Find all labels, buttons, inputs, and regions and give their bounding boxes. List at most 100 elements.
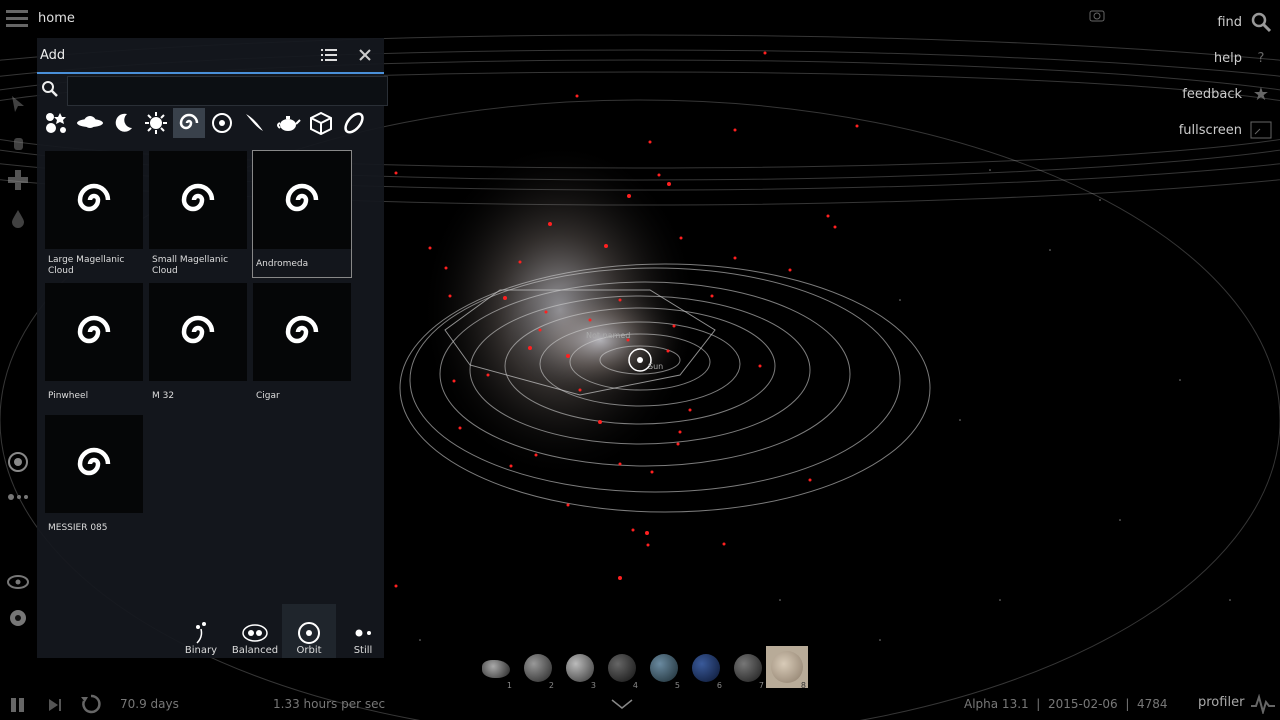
slot-6[interactable]: 6 [684, 648, 724, 690]
bottom-bar: 70.9 days 1.33 hours per sec Alpha 13.1 … [0, 690, 1280, 720]
add-tool[interactable] [4, 166, 32, 194]
item-messier-085[interactable]: MESSIER 085 [45, 415, 143, 541]
item-pinwheel[interactable]: Pinwheel [45, 283, 143, 409]
mode-orbit[interactable]: Orbit [282, 604, 336, 658]
ring-icon[interactable] [338, 108, 370, 138]
view-settings-tools[interactable] [6, 572, 30, 632]
category-tabs [41, 108, 370, 140]
drop-tool[interactable] [4, 204, 32, 232]
camera-icon[interactable] [1089, 8, 1105, 22]
item-label: Cigar [256, 391, 280, 401]
galaxy-thumb-icon [45, 415, 143, 513]
reset-icon[interactable] [80, 693, 102, 715]
search-icon [42, 81, 58, 97]
item-label: MESSIER 085 [48, 523, 108, 533]
asteroid-thumb [482, 660, 510, 678]
spiral-icon[interactable] [206, 108, 238, 138]
slot-number: 4 [632, 681, 638, 690]
balanced-icon [242, 624, 268, 642]
label-sun: Sun [648, 362, 663, 371]
panel-title: Add [40, 48, 66, 63]
planet-thumb [692, 654, 720, 682]
slot-5[interactable]: 5 [642, 648, 682, 690]
nebula-cloud [420, 140, 700, 480]
binary-icon [196, 622, 206, 644]
fullscreen-label: fullscreen [1178, 122, 1242, 138]
pointer-tool[interactable] [4, 90, 32, 118]
orbit-icon [298, 622, 320, 644]
hand-tool[interactable] [4, 128, 32, 156]
item-m32[interactable]: M 32 [149, 283, 247, 409]
orbit-tools[interactable] [6, 452, 30, 512]
menu-icon[interactable] [4, 7, 30, 29]
profiler-button[interactable]: profiler [1198, 695, 1244, 710]
slot-2[interactable]: 2 [516, 648, 556, 690]
galaxy-thumb-icon [45, 283, 143, 381]
help-label: help [1213, 50, 1242, 66]
search-icon [1251, 12, 1272, 33]
elapsed-time: 70.9 days [120, 697, 179, 711]
slot-number: 3 [590, 681, 596, 690]
top-bar: home [4, 4, 75, 32]
slot-number: 6 [716, 681, 722, 690]
galaxy-thumb-icon [45, 151, 143, 249]
label-not-named: Not named [586, 331, 630, 340]
mode-label: Orbit [296, 645, 322, 656]
mode-balanced[interactable]: Balanced [228, 604, 282, 658]
slot-number: 2 [548, 681, 554, 690]
search-row [37, 76, 388, 106]
plus-icon [8, 170, 28, 190]
galaxy-thumb-icon [253, 151, 351, 249]
mode-still[interactable]: Still [336, 604, 390, 658]
galaxy-thumb-icon [149, 283, 247, 381]
still-icon [355, 629, 371, 637]
item-label: Large Magellanic Cloud [48, 255, 125, 276]
add-panel-header: Add [37, 38, 384, 74]
item-cigar[interactable]: Cigar [253, 283, 351, 409]
mode-label: Balanced [231, 645, 279, 656]
close-icon[interactable] [359, 49, 371, 61]
item-andromeda[interactable]: Andromeda [252, 150, 352, 278]
item-small-magellanic-cloud[interactable]: Small Magellanic Cloud [149, 151, 247, 277]
sun-icon[interactable] [140, 108, 172, 138]
slot-8[interactable]: 8 [766, 646, 808, 690]
home-link[interactable]: home [38, 11, 75, 26]
multi-star-icon[interactable] [41, 108, 73, 138]
slot-number: 8 [800, 681, 806, 690]
profiler-icon[interactable] [1250, 694, 1276, 714]
step-forward-icon[interactable] [46, 697, 64, 713]
time-rate[interactable]: 1.33 hours per sec [273, 697, 385, 711]
help-button[interactable]: help ? [1112, 40, 1272, 76]
slot-7[interactable]: 7 [726, 648, 766, 690]
item-label: M 32 [152, 391, 175, 401]
pointer-icon [12, 96, 24, 112]
item-label: Pinwheel [48, 391, 89, 401]
feedback-button[interactable]: feedback ★ [1112, 76, 1272, 112]
find-button[interactable]: find [1112, 4, 1272, 40]
list-view-icon[interactable] [321, 48, 337, 62]
moon-icon[interactable] [107, 108, 139, 138]
cube-icon[interactable] [305, 108, 337, 138]
drop-icon [12, 210, 24, 228]
search-input[interactable] [67, 76, 388, 106]
galaxy-thumb-icon [253, 283, 351, 381]
slot-1[interactable]: 1 [474, 648, 514, 690]
planet-thumb [524, 654, 552, 682]
galaxy-icon[interactable] [173, 108, 205, 138]
item-label: Andromeda [256, 259, 309, 269]
comet-icon[interactable] [239, 108, 271, 138]
slot-number: 1 [506, 681, 512, 690]
status-text: Alpha 13.1 | 2015-02-06 | 4784 [964, 697, 1168, 711]
mode-binary[interactable]: Binary [174, 604, 228, 658]
fullscreen-button[interactable]: fullscreen [1112, 112, 1272, 148]
question-icon: ? [1257, 50, 1265, 66]
item-large-magellanic-cloud[interactable]: Large Magellanic Cloud [45, 151, 143, 277]
find-label: find [1217, 14, 1242, 30]
feedback-label: feedback [1182, 86, 1242, 102]
slot-4[interactable]: 4 [600, 648, 640, 690]
teapot-icon[interactable] [272, 108, 304, 138]
planet-icon[interactable] [74, 108, 106, 138]
pause-icon[interactable] [9, 696, 27, 714]
slot-3[interactable]: 3 [558, 648, 598, 690]
slot-number: 7 [758, 681, 764, 690]
